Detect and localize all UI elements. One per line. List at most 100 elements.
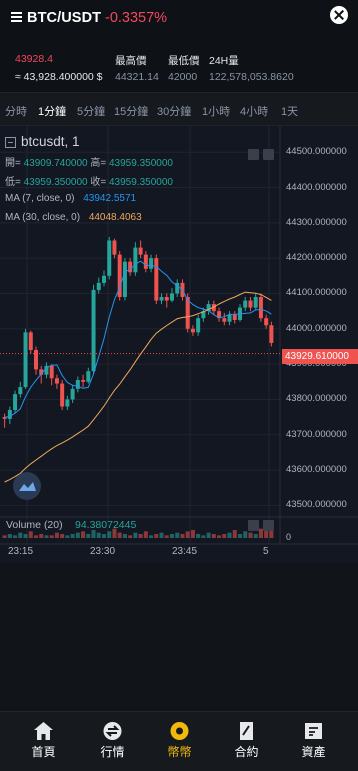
menu-icon[interactable] xyxy=(11,12,22,22)
candle-down xyxy=(154,258,159,301)
ma30-label: MA (30, close, 0) xyxy=(5,212,81,223)
interval-tab[interactable]: 4小時 xyxy=(240,103,268,119)
candle-up xyxy=(196,318,201,333)
volume-bar xyxy=(96,532,101,538)
ma7-line xyxy=(4,260,272,418)
volume-bar xyxy=(28,531,33,538)
candle-up xyxy=(227,314,232,322)
interval-tab-active[interactable]: 1分鐘 xyxy=(38,103,66,119)
y-tick-label: 43600.000000 xyxy=(286,464,347,476)
candlestick-chart[interactable]: btcusdt, 1 開= 43909.740000 高= 43959.3500… xyxy=(0,126,358,563)
volume-pane-up-icon[interactable] xyxy=(248,520,259,531)
candle-up xyxy=(122,261,127,298)
volume-bar xyxy=(86,534,91,538)
candle-up xyxy=(133,247,138,273)
volume-label: 24H量 xyxy=(209,55,239,67)
interval-tab[interactable]: 1天 xyxy=(281,103,298,119)
y-tick-label: 43800.000000 xyxy=(286,393,347,405)
x-tick-label: 23:30 xyxy=(90,546,116,557)
volume-bar xyxy=(232,530,237,538)
y-tick-label: 44100.000000 xyxy=(286,287,347,299)
interval-tab[interactable]: 30分鐘 xyxy=(157,103,191,119)
close-ohlc-label: 收= xyxy=(90,177,107,188)
volume-bar xyxy=(159,532,164,538)
ma7-legend: MA (7, close, 0) 43942.5571 xyxy=(5,193,136,204)
header: BTC/USDT -0.3357% xyxy=(0,0,358,40)
volume-bar xyxy=(238,534,242,538)
market-icon xyxy=(103,722,122,740)
tab-market[interactable]: 行情 xyxy=(77,712,148,771)
y-tick-label: 43500.000000 xyxy=(286,499,347,511)
volume-bar xyxy=(133,532,138,538)
interval-tab[interactable]: 15分鐘 xyxy=(114,103,148,119)
y-tick-label: 44200.000000 xyxy=(286,252,347,264)
volume-bar xyxy=(175,532,180,538)
candle-up xyxy=(102,275,106,283)
collapse-legend-icon[interactable] xyxy=(5,137,16,148)
contract-icon xyxy=(240,722,253,740)
volume-bar xyxy=(143,531,148,538)
volume-pane-down-icon[interactable] xyxy=(263,520,274,531)
high-ohlc-value: 43959.350000 xyxy=(109,158,173,169)
volume-bar xyxy=(13,535,18,538)
tradingview-logo-icon[interactable] xyxy=(13,472,41,500)
volume-bar xyxy=(128,535,133,538)
pane-up-icon[interactable] xyxy=(248,149,259,160)
high-value: 44321.14 xyxy=(115,71,159,83)
volume-bar xyxy=(196,534,201,538)
volume-bar xyxy=(211,534,216,538)
candle-up xyxy=(96,282,101,290)
candle-up xyxy=(65,399,70,407)
candle-down xyxy=(232,314,237,320)
y-tick-label: 44500.000000 xyxy=(286,146,347,158)
pane-down-icon[interactable] xyxy=(263,149,274,160)
exchange-icon xyxy=(170,722,189,740)
volume-bar xyxy=(60,534,65,538)
x-tick-label: 23:45 xyxy=(172,546,198,557)
x-tick-label: 23:15 xyxy=(8,546,34,557)
candle-up xyxy=(86,371,91,382)
tab-label: 首頁 xyxy=(31,745,56,759)
interval-tab[interactable]: 分時 xyxy=(5,103,27,119)
volume-bar xyxy=(18,532,23,538)
candle-up xyxy=(23,332,28,388)
home-icon xyxy=(34,722,53,740)
interval-tab[interactable]: 5分鐘 xyxy=(77,103,105,119)
candle-down xyxy=(54,378,59,384)
current-price-tag: 43929.610000 xyxy=(282,349,358,364)
volume-bar xyxy=(75,532,80,538)
candle-down xyxy=(81,380,86,382)
close-ohlc-value: 43959.350000 xyxy=(109,177,173,188)
high-ohlc-label: 高= xyxy=(90,158,107,169)
volume-bar xyxy=(117,532,122,538)
candle-up xyxy=(159,297,164,301)
volume-bar xyxy=(217,535,222,538)
candle-up xyxy=(107,240,112,276)
volume-bar xyxy=(206,532,211,538)
ma7-label: MA (7, close, 0) xyxy=(5,193,75,204)
volume-bar xyxy=(180,534,185,538)
volume-bar xyxy=(54,532,59,538)
tab-label: 資產 xyxy=(301,745,326,759)
y-tick-label: 43700.000000 xyxy=(286,428,347,440)
volume-bar xyxy=(170,534,174,538)
volume-indicator-label: Volume (20) xyxy=(6,519,63,531)
candle-down xyxy=(128,261,133,273)
volume-bar xyxy=(164,535,169,538)
volume-bar xyxy=(138,534,143,538)
tab-contract[interactable]: 合約 xyxy=(211,712,282,771)
low-ohlc-label: 低= xyxy=(5,177,21,188)
volume-bar xyxy=(102,534,106,538)
tab-home[interactable]: 首頁 xyxy=(8,712,79,771)
close-icon[interactable] xyxy=(330,6,348,24)
pair-title[interactable]: BTC/USDT xyxy=(27,10,101,26)
tab-assets[interactable]: 資產 xyxy=(278,712,349,771)
volume-bar xyxy=(222,534,227,538)
interval-tab[interactable]: 1小時 xyxy=(202,103,230,119)
candle-up xyxy=(70,388,75,400)
tab-exchange[interactable]: 幣幣 xyxy=(144,712,215,771)
high-label: 最高價 xyxy=(115,55,147,67)
low-value: 42000 xyxy=(168,71,198,83)
interval-tabs: 分時 1分鐘 5分鐘 15分鐘 30分鐘 1小時 4小時 1天 xyxy=(0,92,358,126)
volume-bar xyxy=(190,530,195,538)
